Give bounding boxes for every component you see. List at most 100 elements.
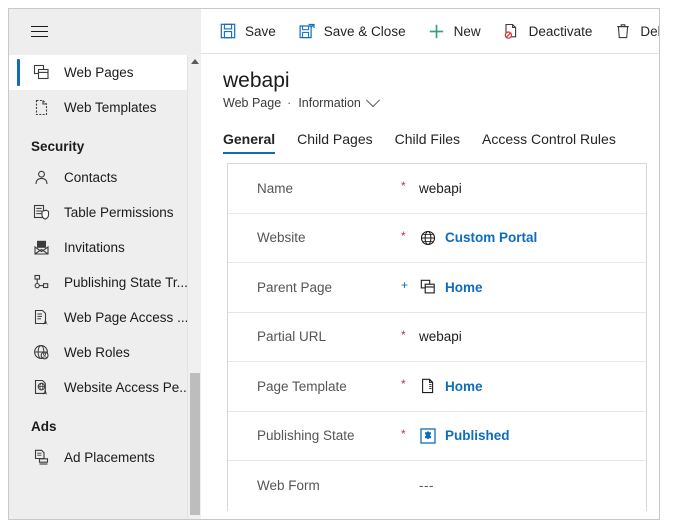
- ad-placements-icon: [31, 448, 51, 468]
- parent-page-field-value[interactable]: Home: [419, 278, 483, 296]
- sidebar-top-items: Web Pages Web Templates: [9, 55, 201, 125]
- name-field-value[interactable]: webapi: [419, 181, 462, 196]
- save-and-close-button[interactable]: Save & Close: [298, 22, 406, 40]
- sidebar-item-web-roles[interactable]: Web Roles: [9, 335, 201, 370]
- form-card: Name * webapi Website * Custom Portal Pa…: [227, 163, 647, 511]
- field-label: Name: [257, 180, 294, 196]
- web-roles-icon: [31, 343, 51, 363]
- scrollbar-thumb[interactable]: [190, 373, 200, 515]
- delete-icon: [614, 22, 632, 40]
- website-value-text: Custom Portal: [445, 230, 538, 246]
- web-templates-icon: [31, 98, 51, 118]
- app-window: Web Pages Web Templates Security Contact…: [8, 8, 660, 520]
- sidebar-item-label: Invitations: [64, 240, 125, 255]
- new-button[interactable]: New: [428, 22, 481, 40]
- svg-text:A: A: [43, 319, 48, 326]
- scroll-up-arrow-icon[interactable]: [191, 59, 199, 64]
- sidebar-item-label: Web Roles: [64, 345, 130, 360]
- save-and-close-icon: [298, 22, 316, 40]
- web-pages-icon: [419, 278, 437, 296]
- subtitle-separator: ·: [287, 96, 292, 110]
- record-subtitle: Web Page · Information: [223, 93, 659, 110]
- field-label: Parent Page: [257, 279, 333, 295]
- field-label: Web Form: [257, 478, 320, 494]
- command-label: New: [453, 23, 481, 39]
- form-row-name: Name * webapi: [228, 164, 646, 214]
- delete-button[interactable]: Del: [614, 22, 659, 40]
- form-row-partial-url: Partial URL * webapi: [228, 313, 646, 362]
- plus-icon: [428, 22, 446, 40]
- parent-page-value-text: Home: [445, 279, 483, 295]
- publishing-state-field-value[interactable]: Published: [419, 427, 510, 445]
- required-marker: *: [401, 327, 406, 342]
- command-label: Del: [640, 23, 659, 39]
- tab-access-control-rules[interactable]: Access Control Rules: [482, 131, 616, 154]
- sidebar-group-ads: Ads: [31, 419, 57, 434]
- command-label: Save: [245, 23, 276, 39]
- sidebar-group-ads-items: Ad Placements: [9, 440, 201, 475]
- required-marker: *: [401, 377, 406, 391]
- sidebar-item-contacts[interactable]: Contacts: [9, 160, 201, 195]
- field-label: Page Template: [257, 378, 347, 394]
- field-label: Partial URL: [257, 329, 327, 345]
- sidebar-item-label: Web Page Access ...: [64, 310, 189, 325]
- form-row-page-template: Page Template * Home: [228, 362, 646, 412]
- sidebar-item-web-templates[interactable]: Web Templates: [9, 90, 201, 125]
- svg-text:A: A: [43, 390, 48, 397]
- command-label: Save & Close: [323, 23, 406, 39]
- table-permissions-icon: [31, 203, 51, 223]
- website-field-value[interactable]: Custom Portal: [419, 229, 537, 247]
- publishing-state-value-text: Published: [445, 428, 510, 444]
- sidebar-item-ad-placements[interactable]: Ad Placements: [9, 440, 201, 475]
- chevron-down-icon[interactable]: [365, 93, 380, 108]
- sidebar-item-label: Web Pages: [64, 65, 134, 80]
- sidebar-group-security-items: Contacts Table Permissions Invitations P…: [9, 160, 201, 405]
- record-header: webapi Web Page · Information: [201, 54, 659, 110]
- sidebar: Web Pages Web Templates Security Contact…: [9, 9, 201, 519]
- sidebar-item-table-permissions[interactable]: Table Permissions: [9, 195, 201, 230]
- invitations-icon: [31, 238, 51, 258]
- sidebar-item-label: Web Templates: [64, 100, 157, 115]
- sidebar-scrollbar[interactable]: [187, 55, 201, 519]
- command-bar: Save Save & Close New Deactivate Del: [201, 9, 659, 54]
- web-page-access-icon: A: [31, 308, 51, 328]
- deactivate-icon: [503, 22, 521, 40]
- globe-icon: [419, 229, 437, 247]
- deactivate-button[interactable]: Deactivate: [503, 22, 593, 40]
- web-form-field-value[interactable]: ---: [419, 478, 434, 493]
- page-template-field-value[interactable]: Home: [419, 377, 483, 395]
- web-pages-icon: [31, 63, 51, 83]
- tab-general[interactable]: General: [223, 131, 276, 154]
- publishing-state-icon: [419, 427, 437, 445]
- tab-child-files[interactable]: Child Files: [395, 131, 460, 154]
- hamburger-icon[interactable]: [31, 26, 48, 38]
- form-row-parent-page: Parent Page + Home: [228, 263, 646, 313]
- sidebar-item-web-pages[interactable]: Web Pages: [9, 55, 201, 90]
- sidebar-item-web-page-access[interactable]: A Web Page Access ...: [9, 300, 201, 335]
- entity-name: Web Page: [223, 96, 282, 110]
- required-marker: *: [401, 179, 406, 193]
- sidebar-item-label: Ad Placements: [64, 450, 155, 465]
- form-row-website: Website * Custom Portal: [228, 214, 646, 263]
- form-selector-label[interactable]: Information: [298, 96, 361, 110]
- command-label: Deactivate: [528, 23, 593, 39]
- main-content: Save Save & Close New Deactivate Del web…: [201, 9, 659, 519]
- sidebar-item-publishing-state-transition[interactable]: Publishing State Tr...: [9, 265, 201, 300]
- page-template-value-text: Home: [445, 378, 483, 394]
- sidebar-item-label: Website Access Pe...: [64, 380, 191, 395]
- sidebar-item-invitations[interactable]: Invitations: [9, 230, 201, 265]
- sidebar-item-website-access-permissions[interactable]: A Website Access Pe...: [9, 370, 201, 405]
- sidebar-item-label: Table Permissions: [64, 205, 174, 220]
- required-marker: *: [401, 228, 406, 243]
- tab-child-pages[interactable]: Child Pages: [297, 131, 373, 154]
- contact-icon: [31, 168, 51, 188]
- field-label: Publishing State: [257, 428, 355, 444]
- save-button[interactable]: Save: [219, 22, 276, 40]
- page-title: webapi: [223, 69, 290, 92]
- save-icon: [219, 22, 237, 40]
- sidebar-group-security: Security: [31, 139, 85, 154]
- sidebar-header: [9, 9, 201, 55]
- partial-url-field-value[interactable]: webapi: [419, 329, 462, 344]
- sidebar-item-label: Publishing State Tr...: [64, 275, 188, 290]
- form-area: Name * webapi Website * Custom Portal Pa…: [201, 154, 659, 519]
